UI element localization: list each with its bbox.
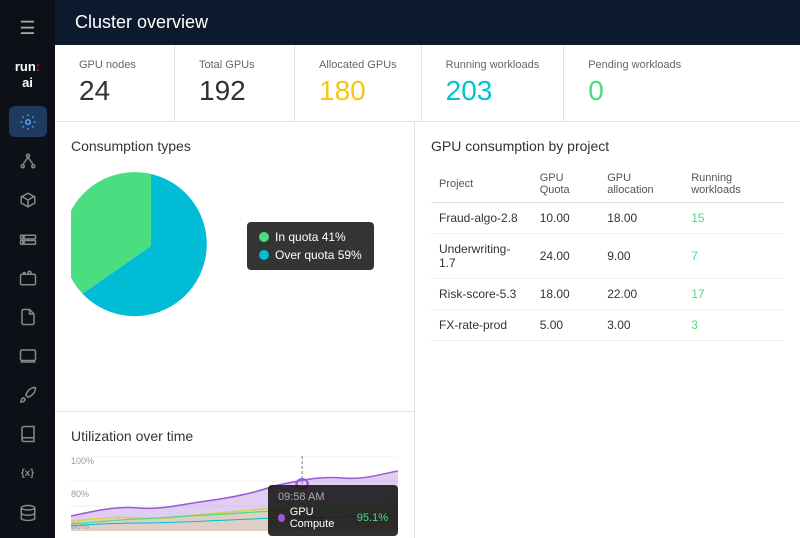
col-running: Running workloads [683,166,784,203]
stat-total-gpus-label: Total GPUs [199,59,270,71]
stat-pending-workloads: Pending workloads 0 [564,45,705,121]
gpu-table-title: GPU consumption by project [431,138,784,154]
table-row: Fraud-algo-2.8 10.00 18.00 15 [431,203,784,234]
cell-project: Fraud-algo-2.8 [431,203,532,234]
chart-tooltip-value: 95.1% [357,512,388,524]
sidebar-item-storage[interactable] [9,223,47,254]
right-panel: GPU consumption by project Project GPU Q… [415,122,800,538]
stats-bar: GPU nodes 24 Total GPUs 192 Allocated GP… [55,45,800,122]
sidebar-item-database[interactable] [9,497,47,528]
pie-chart [71,166,231,326]
stat-pending-workloads-value: 0 [588,75,681,107]
cell-project: FX-rate-prod [431,310,532,341]
table-row: Underwriting-1.7 24.00 9.00 7 [431,234,784,279]
cell-quota: 5.00 [532,310,600,341]
chart-tooltip-dot-icon [278,514,285,522]
stat-allocated-gpus-value: 180 [319,75,397,107]
col-quota: GPU Quota [532,166,600,203]
col-allocation: GPU allocation [599,166,683,203]
in-quota-dot-icon [259,232,269,242]
utilization-card: Utilization over time 100% 80% 60% [55,412,415,538]
stat-gpu-nodes: GPU nodes 24 [55,45,175,121]
hamburger-icon[interactable]: ☰ [11,10,43,47]
table-row: Risk-score-5.3 18.00 22.00 17 [431,279,784,310]
tooltip-row-in-quota: In quota 41% [259,230,362,244]
table-row: FX-rate-prod 5.00 3.00 3 [431,310,784,341]
utilization-title: Utilization over time [71,428,398,444]
chart-tooltip-time: 09:58 AM [278,491,388,503]
sidebar-item-jobs[interactable] [9,263,47,294]
chart-tooltip: 09:58 AM GPU Compute 95.1% [268,485,398,536]
cell-allocation: 22.00 [599,279,683,310]
stat-pending-workloads-label: Pending workloads [588,59,681,71]
app-logo: run:ai [15,59,40,90]
sidebar-item-nodes[interactable] [9,145,47,176]
stat-running-workloads: Running workloads 203 [422,45,565,121]
sidebar-item-dashboard[interactable] [9,106,47,137]
stat-gpu-nodes-value: 24 [79,75,150,107]
consumption-title: Consumption types [71,138,398,154]
chart-tooltip-metric: GPU Compute [290,506,350,530]
cell-project: Risk-score-5.3 [431,279,532,310]
cell-quota: 24.00 [532,234,600,279]
stat-allocated-gpus-label: Allocated GPUs [319,59,397,71]
cell-quota: 18.00 [532,279,600,310]
over-quota-label: Over quota 59% [275,248,362,262]
stat-gpu-nodes-label: GPU nodes [79,59,150,71]
gpu-consumption-table: Project GPU Quota GPU allocation Running… [431,166,784,341]
sidebar-item-book[interactable] [9,419,47,450]
sidebar-item-laptop[interactable] [9,341,47,372]
stat-running-workloads-label: Running workloads [446,59,540,71]
main-content: Cluster overview GPU nodes 24 Total GPUs… [55,0,800,538]
stat-total-gpus-value: 192 [199,75,270,107]
sidebar: ☰ run:ai {x} [0,0,55,538]
chart-tooltip-metric-row: GPU Compute 95.1% [278,506,388,530]
col-project: Project [431,166,532,203]
cell-allocation: 9.00 [599,234,683,279]
in-quota-label: In quota 41% [275,230,346,244]
page-title: Cluster overview [75,12,208,33]
stat-running-workloads-value: 203 [446,75,540,107]
left-panel: Consumption types [55,122,415,538]
tooltip-row-over-quota: Over quota 59% [259,248,362,262]
pie-container: In quota 41% Over quota 59% [71,166,398,326]
cell-allocation: 3.00 [599,310,683,341]
sidebar-item-packages[interactable] [9,184,47,215]
content-area: Consumption types [55,122,800,538]
cell-project: Underwriting-1.7 [431,234,532,279]
sidebar-item-rocket[interactable] [9,380,47,411]
over-quota-dot-icon [259,250,269,260]
cell-allocation: 18.00 [599,203,683,234]
consumption-card: Consumption types [55,122,415,412]
cell-running: 3 [683,310,784,341]
pie-tooltip: In quota 41% Over quota 59% [247,222,374,270]
cell-running: 15 [683,203,784,234]
cell-running: 17 [683,279,784,310]
stat-total-gpus: Total GPUs 192 [175,45,295,121]
cell-running: 7 [683,234,784,279]
stat-allocated-gpus: Allocated GPUs 180 [295,45,422,121]
header: Cluster overview [55,0,800,45]
cell-quota: 10.00 [532,203,600,234]
sidebar-item-files[interactable] [9,302,47,333]
sidebar-item-api[interactable]: {x} [9,458,47,489]
